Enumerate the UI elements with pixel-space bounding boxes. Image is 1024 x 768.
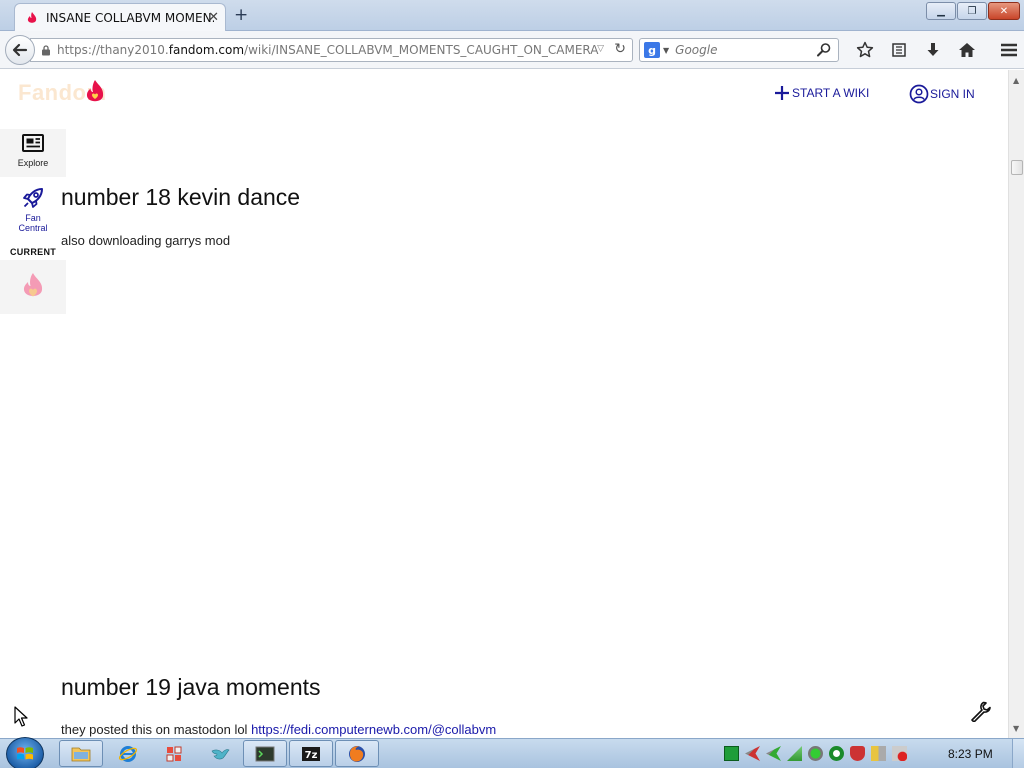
system-tray xyxy=(724,746,907,761)
bird-icon xyxy=(211,748,230,759)
section-heading-18: number 18 kevin dance xyxy=(61,184,301,210)
bookmarks-list-icon[interactable] xyxy=(882,40,916,60)
tray-security-icon[interactable] xyxy=(808,746,823,761)
mouse-cursor-icon xyxy=(14,706,28,727)
home-icon[interactable] xyxy=(950,40,984,60)
fandom-logo[interactable]: Fandom xyxy=(18,80,107,106)
rail-item-explore[interactable]: Explore xyxy=(0,129,66,177)
search-icon[interactable] xyxy=(816,42,832,58)
back-arrow-icon xyxy=(12,43,28,57)
plus-icon xyxy=(775,86,789,100)
start-button[interactable] xyxy=(6,737,44,768)
taskbar-explorer[interactable] xyxy=(59,740,103,767)
global-navigation-rail: Explore Fan Central CURRENT xyxy=(0,129,66,314)
tray-volume-muted-icon[interactable] xyxy=(892,746,907,761)
close-window-button[interactable]: ✕ xyxy=(988,2,1020,20)
toolbar-icons xyxy=(848,40,1024,60)
section-heading-19: number 19 java moments xyxy=(61,674,321,700)
show-desktop-button[interactable] xyxy=(1012,739,1024,768)
lock-icon xyxy=(42,44,50,55)
taskbar-7zip[interactable]: 7z xyxy=(289,740,333,767)
windows-logo-icon xyxy=(17,747,33,760)
terminal-icon xyxy=(255,746,275,761)
windows-taskbar: 7z 8:23 PM xyxy=(0,737,1024,768)
page-scrollbar[interactable]: ▲ ▼ xyxy=(1008,70,1024,738)
new-tab-icon[interactable]: + xyxy=(234,5,248,25)
search-box[interactable]: g ▼ xyxy=(639,38,839,62)
reload-icon[interactable]: ↻ xyxy=(614,41,626,57)
restore-button[interactable]: ❐ xyxy=(957,2,987,20)
address-bar[interactable]: https://thany2010.fandom.com/wiki/INSANE… xyxy=(30,38,633,62)
firefox-icon xyxy=(349,745,365,762)
scrollbar-thumb[interactable] xyxy=(1011,160,1023,175)
tray-network-icon[interactable] xyxy=(787,746,802,761)
explore-label: Explore xyxy=(17,158,49,168)
fandom-flame-icon xyxy=(27,12,37,23)
start-a-wiki-link[interactable]: START A WIKI xyxy=(773,84,869,102)
wrench-icon[interactable] xyxy=(969,700,991,722)
section-text-19: they posted this on mastodon lol https:/… xyxy=(61,722,497,737)
start-a-wiki-label: START A WIKI xyxy=(792,86,870,100)
user-icon xyxy=(909,84,929,104)
page-content: Fandom START A WIKI SIGN IN Explore Fan … xyxy=(0,70,1008,738)
bookmark-star-icon[interactable] xyxy=(848,40,882,60)
taskbar-app-4[interactable] xyxy=(198,740,242,767)
taskbar-firefox[interactable] xyxy=(335,740,379,767)
google-icon[interactable]: g xyxy=(644,42,660,58)
menu-icon[interactable] xyxy=(992,40,1024,60)
rocket-icon xyxy=(23,188,43,208)
fandom-flame-icon xyxy=(23,273,43,297)
current-wiki-button[interactable] xyxy=(0,260,66,314)
7zip-icon: 7z xyxy=(302,746,320,761)
folder-icon xyxy=(71,747,91,761)
taskbar-internet-explorer[interactable] xyxy=(106,740,150,767)
svg-text:7z: 7z xyxy=(305,750,318,761)
url-dropdown-icon[interactable]: ▽ xyxy=(597,44,604,54)
url-text: https://thany2010.fandom.com/wiki/INSANE… xyxy=(57,43,599,57)
app-grid-icon xyxy=(166,746,182,761)
tray-green-square-icon[interactable] xyxy=(724,746,739,761)
browser-tab[interactable]: INSANE COLLABVM MOMEN... ✕ xyxy=(14,3,226,32)
tray-shield-icon[interactable] xyxy=(850,746,865,761)
search-engine-dropdown-icon[interactable]: ▼ xyxy=(663,46,669,55)
tray-flag-icon[interactable] xyxy=(871,746,886,761)
rail-item-fan-central[interactable]: Fan Central xyxy=(0,177,66,237)
taskbar-app-3[interactable] xyxy=(152,740,196,767)
downloads-icon[interactable] xyxy=(916,40,950,60)
internet-explorer-icon xyxy=(118,745,138,762)
close-tab-icon[interactable]: ✕ xyxy=(208,10,219,25)
current-wiki-heading: CURRENT xyxy=(9,247,57,257)
scroll-down-arrow-icon[interactable]: ▼ xyxy=(1013,724,1019,733)
mastodon-link[interactable]: https://fedi.computernewb.com/@collabvm xyxy=(251,722,496,737)
fandom-heart-icon xyxy=(86,80,104,102)
nav-bar: https://thany2010.fandom.com/wiki/INSANE… xyxy=(0,31,1024,69)
tab-title: INSANE COLLABVM MOMEN... xyxy=(46,11,214,25)
tray-arrow-icon[interactable] xyxy=(745,746,760,761)
search-input[interactable] xyxy=(675,43,816,57)
back-button[interactable] xyxy=(5,35,35,65)
fan-central-label: Fan Central xyxy=(18,213,48,233)
section-text-18: also downloading garrys mod xyxy=(61,233,231,248)
sign-in-link[interactable]: SIGN IN xyxy=(909,84,975,104)
sign-in-label: SIGN IN xyxy=(930,87,975,101)
tab-strip: INSANE COLLABVM MOMEN... ✕ + ▁ ❐ ✕ xyxy=(0,0,1024,32)
window-controls: ▁ ❐ ✕ xyxy=(926,2,1020,20)
newspaper-icon xyxy=(22,134,44,152)
tray-arrow-2-icon[interactable] xyxy=(766,746,781,761)
taskbar-clock[interactable]: 8:23 PM xyxy=(948,747,993,761)
tray-play-icon[interactable] xyxy=(829,746,844,761)
taskbar-app-5[interactable] xyxy=(243,740,287,767)
scroll-up-arrow-icon[interactable]: ▲ xyxy=(1013,76,1019,85)
minimize-button[interactable]: ▁ xyxy=(926,2,956,20)
